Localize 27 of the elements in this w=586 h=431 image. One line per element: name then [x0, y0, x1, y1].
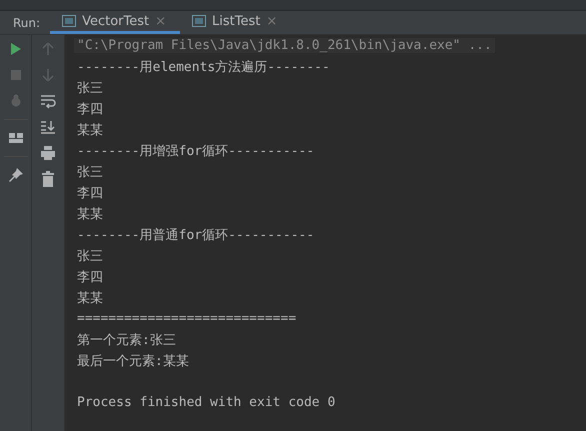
console-line: 张三: [77, 164, 103, 180]
console-line: 某某: [77, 290, 103, 306]
console-window-icon: [192, 15, 206, 27]
console-line: --------用普通for循环-----------: [77, 226, 314, 244]
run-label: Run:: [12, 16, 42, 30]
pin-icon[interactable]: [8, 167, 24, 183]
console-line: 某某: [77, 122, 103, 138]
console-line: 李四: [77, 184, 103, 202]
console-line: 最后一个元素:某某: [77, 352, 189, 370]
layout-icon[interactable]: [8, 130, 24, 146]
printer-icon[interactable]: [40, 145, 56, 161]
console-line: --------用增强for循环-----------: [77, 142, 314, 160]
console-line: --------用elements方法遍历--------: [77, 58, 330, 76]
console-line: ============================: [77, 311, 296, 326]
console-line: 李四: [77, 268, 103, 286]
console-line: 张三: [77, 80, 103, 96]
console-line: 李四: [77, 100, 103, 118]
scroll-to-end-icon[interactable]: [40, 119, 56, 135]
tab[interactable]: ListTest ×: [180, 11, 292, 34]
wrap-icon[interactable]: [40, 93, 56, 109]
trash-icon[interactable]: [40, 171, 56, 187]
console-line: 某某: [77, 206, 103, 222]
console-line: 第一个元素:张三: [77, 332, 176, 348]
console-line: 张三: [77, 248, 103, 264]
console-window-icon: [62, 15, 76, 27]
exit-message: Process finished with exit code 0: [77, 395, 336, 410]
tab[interactable]: VectorTest ×: [50, 11, 180, 34]
